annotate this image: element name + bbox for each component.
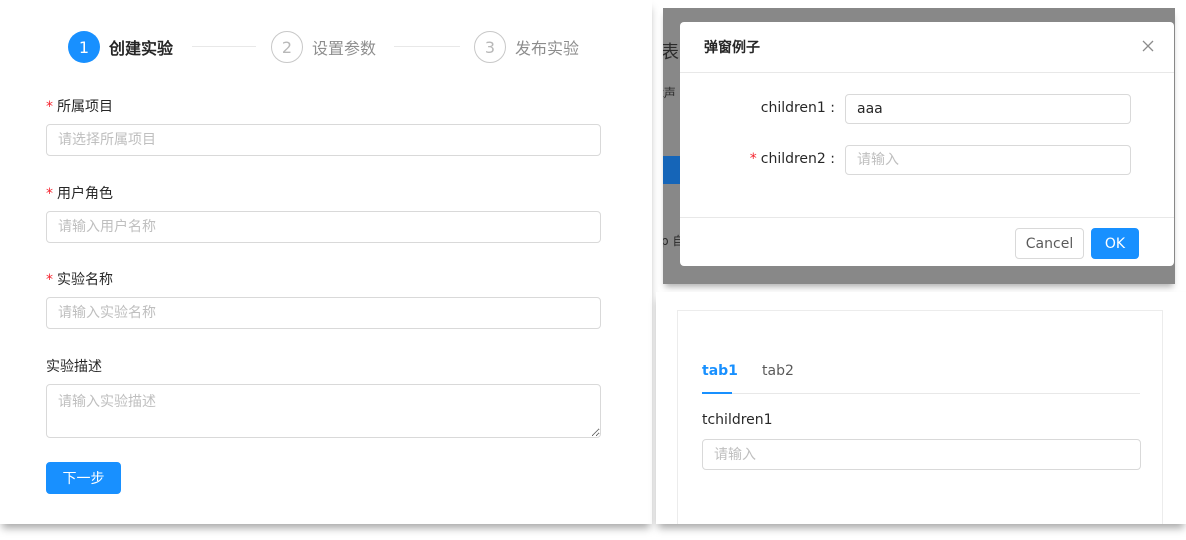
- required-mark: *: [749, 151, 757, 167]
- step-1-title: 创建实验: [109, 39, 174, 58]
- tab-bar-divider: [702, 393, 1140, 394]
- project-label: * 所属项目: [46, 99, 113, 115]
- modal-title: 弹窗例子: [704, 40, 760, 56]
- tab-tab2[interactable]: tab2: [762, 363, 794, 379]
- experiment-name-label: * 实验名称: [46, 272, 113, 288]
- step-3-title: 发布实验: [515, 39, 580, 58]
- ok-button[interactable]: OK: [1091, 228, 1139, 259]
- role-label: * 用户角色: [46, 186, 113, 202]
- close-icon[interactable]: [1136, 34, 1160, 58]
- experiment-desc-textarea[interactable]: [46, 384, 601, 438]
- children2-label: * children2 :: [749, 151, 835, 167]
- children1-label: children1 :: [760, 100, 835, 116]
- tchildren1-label: tchildren1: [702, 412, 773, 428]
- background-button-fragment: [663, 156, 681, 184]
- background-title-fragment: 表: [663, 42, 679, 63]
- role-input[interactable]: [46, 211, 601, 243]
- screenshot-canvas: 1 创建实验 2 设置参数 3 发布实验 *所属项目 *用户角色 *实验名称: [0, 0, 1186, 540]
- step-connector-2: [394, 46, 460, 47]
- tabs-demo-panel: tab1 tab2 tchildren1: [656, 292, 1186, 524]
- children1-input[interactable]: [845, 94, 1131, 124]
- project-select[interactable]: [46, 124, 601, 156]
- steps-bar: 1 创建实验 2 设置参数 3 发布实验: [68, 30, 608, 64]
- required-mark: *: [46, 99, 53, 115]
- step-3-number: 3: [474, 31, 506, 63]
- step-2[interactable]: 2 设置参数: [271, 30, 376, 64]
- step-1[interactable]: 1 创建实验: [68, 30, 173, 64]
- step-3[interactable]: 3 发布实验: [474, 30, 579, 64]
- step-1-number: 1: [68, 31, 100, 63]
- step-connector-1: [192, 46, 256, 47]
- cancel-button[interactable]: Cancel: [1015, 228, 1084, 259]
- tab-tab1[interactable]: tab1: [702, 363, 738, 379]
- step-2-title: 设置参数: [312, 39, 377, 58]
- required-mark: *: [46, 272, 53, 288]
- required-mark: *: [46, 186, 53, 202]
- tchildren1-input[interactable]: [702, 439, 1141, 470]
- children2-input[interactable]: [845, 145, 1131, 175]
- modal-dialog: 弹窗例子 children1 : *children2 : Cancel OK: [680, 22, 1174, 266]
- active-tab-indicator: [702, 392, 732, 394]
- modal-header: 弹窗例子: [680, 22, 1174, 73]
- next-step-button[interactable]: 下一步: [46, 462, 121, 494]
- experiment-desc-label: 实验描述: [46, 359, 102, 375]
- background-text-fragment: t声: [663, 86, 676, 100]
- step-2-number: 2: [271, 31, 303, 63]
- modal-demo-panel: 表 t声 p 自 弹窗例子 children1 : *children2 : C…: [663, 8, 1175, 284]
- create-experiment-panel: 1 创建实验 2 设置参数 3 发布实验 *所属项目 *用户角色 *实验名称: [0, 0, 652, 524]
- tabs-card: tab1 tab2 tchildren1: [677, 310, 1163, 524]
- modal-footer: Cancel OK: [680, 217, 1174, 266]
- experiment-name-input[interactable]: [46, 297, 601, 329]
